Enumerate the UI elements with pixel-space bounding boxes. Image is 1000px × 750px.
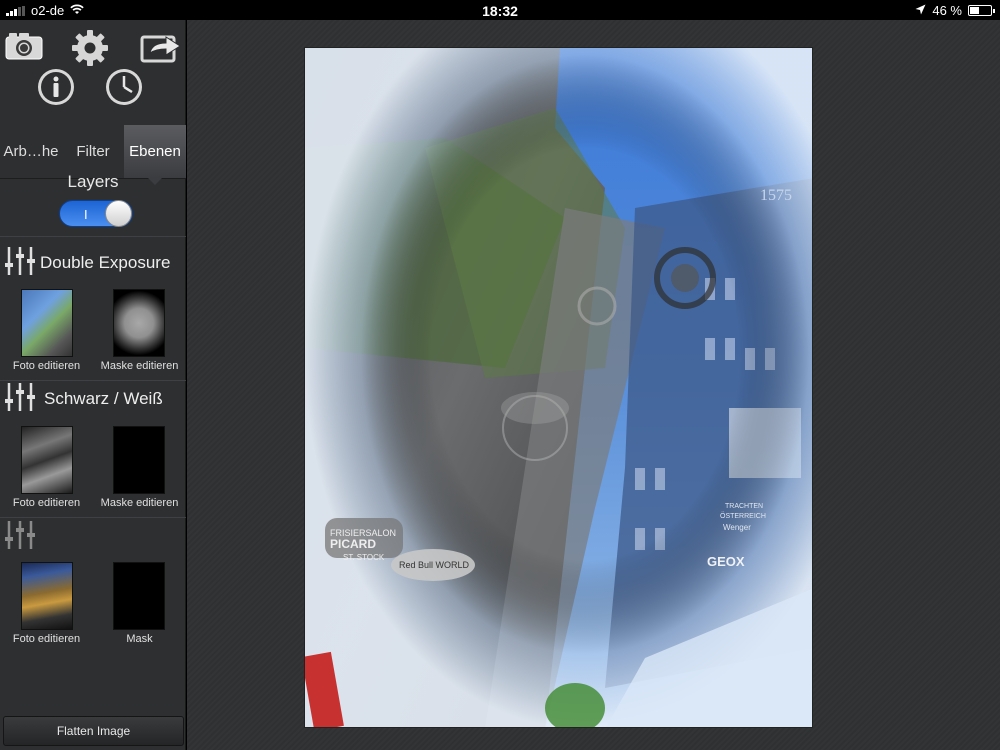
facade-year: 1575 [760,187,792,204]
toggle-on-mark: I [84,207,88,222]
tab-ebenen[interactable]: Ebenen [124,125,186,185]
divider [0,236,186,237]
layer-1-photo-thumbnail[interactable] [21,289,73,357]
sign-picard: PICARD [330,537,376,551]
layer-1-mask-caption[interactable]: Maske editieren [93,360,186,372]
layer-3-mask-caption[interactable]: Mask [93,633,186,645]
layer-1-name: Double Exposure [40,253,171,272]
layer-2-name: Schwarz / Weiß [44,389,163,408]
layer-1-photo-caption[interactable]: Foto editieren [0,360,93,372]
sidebar: Arb…he Filter Ebenen Layers I Double Exp… [0,20,186,750]
sign-red-bull-world: Red Bull WORLD [399,560,470,570]
share-icon[interactable] [140,30,182,64]
layer-3-photo-caption[interactable]: Foto editieren [0,633,93,645]
sign-wenger: Wenger [723,523,751,532]
toggle-knob [105,200,132,227]
layer-2-photo-thumbnail[interactable] [21,426,73,494]
info-icon[interactable] [37,68,75,106]
tab-filter[interactable]: Filter [62,125,124,178]
battery-icon [968,5,995,16]
camera-icon[interactable] [4,28,44,64]
sliders-icon[interactable] [4,381,36,418]
sign-geox: GEOX [707,554,745,569]
layers-toggle[interactable]: I [59,200,133,227]
clock-icon[interactable] [105,68,143,106]
status-right: 46 % [915,3,995,18]
location-arrow-icon [915,3,926,18]
gear-icon[interactable] [70,28,110,68]
canvas-area[interactable]: FRISIERSALON PICARD ST. STOCK Red Bull W… [187,20,1000,750]
tab-bar: Arb…he Filter Ebenen [0,125,186,185]
sign-trachten: TRACHTEN [725,503,763,510]
composite-image: FRISIERSALON PICARD ST. STOCK Red Bull W… [305,48,812,727]
top-toolbar [0,20,185,115]
layer-2-photo-caption[interactable]: Foto editieren [0,497,93,509]
status-bar: o2-de 18:32 46 % [0,0,1000,20]
layer-3-mask-thumbnail[interactable] [113,562,165,630]
sign-st-stock: ST. STOCK [343,553,385,562]
sliders-icon[interactable] [4,245,36,282]
layer-1-header[interactable]: Double Exposure [4,246,170,280]
layer-3-header[interactable] [4,520,40,554]
composite-photo[interactable]: FRISIERSALON PICARD ST. STOCK Red Bull W… [304,47,813,728]
tab-arbeitsflaeche[interactable]: Arb…he [0,125,62,178]
sliders-icon[interactable] [4,519,36,556]
battery-percent: 46 % [932,3,962,18]
flatten-image-button[interactable]: Flatten Image [3,716,184,746]
layer-2-mask-caption[interactable]: Maske editieren [93,497,186,509]
layer-2-mask-thumbnail[interactable] [113,426,165,494]
clock-time: 18:32 [482,3,518,19]
layer-2-header[interactable]: Schwarz / Weiß [4,382,163,416]
layer-3-photo-thumbnail[interactable] [21,562,73,630]
layer-1-mask-thumbnail[interactable] [113,289,165,357]
sign-oesterreich: ÖSTERREICH [720,512,766,520]
layers-title: Layers [67,172,119,191]
